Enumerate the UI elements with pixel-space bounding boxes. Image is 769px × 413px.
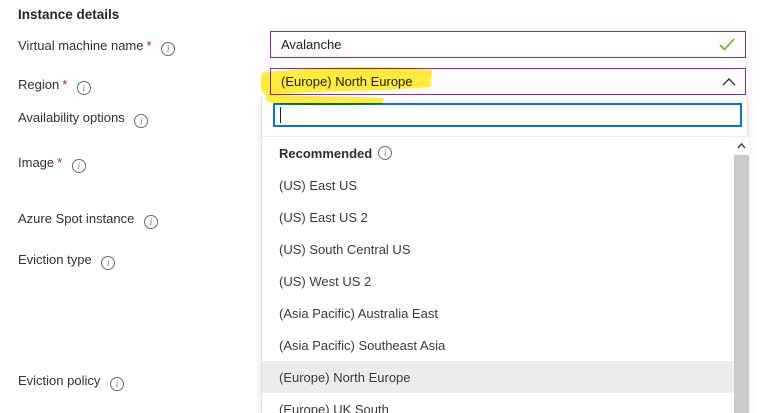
eviction-type-label: Eviction type: [18, 252, 92, 267]
azure-spot-label: Azure Spot instance: [18, 211, 134, 226]
text-caret: [280, 107, 281, 123]
availability-label-row: Availability options i: [18, 110, 148, 128]
region-option[interactable]: (Asia Pacific) Australia East: [262, 297, 734, 329]
region-option[interactable]: (Europe) UK South: [262, 393, 734, 413]
valid-check-icon: [719, 38, 735, 51]
eviction-policy-label-row: Eviction policy i: [18, 373, 124, 391]
region-options-list: Recommended i (US) East US (US) East US …: [262, 136, 749, 413]
instance-details-form: Instance details Virtual machine name* i…: [0, 0, 769, 413]
info-icon[interactable]: i: [77, 81, 91, 95]
region-option[interactable]: (US) East US: [262, 169, 734, 201]
region-label-row: Region* i: [18, 77, 91, 95]
required-asterisk: *: [147, 38, 152, 53]
region-dropdown-panel: Recommended i (US) East US (US) East US …: [261, 96, 748, 413]
vm-name-label-row: Virtual machine name* i: [18, 38, 175, 56]
required-asterisk: *: [57, 155, 62, 170]
info-icon[interactable]: i: [101, 256, 115, 270]
required-asterisk: *: [62, 77, 67, 92]
region-option-selected[interactable]: (Europe) North Europe: [262, 361, 734, 393]
section-title: Instance details: [18, 7, 119, 22]
scroll-up-button[interactable]: [734, 138, 749, 154]
info-icon[interactable]: i: [110, 377, 124, 391]
region-combobox[interactable]: (Europe) North Europe: [270, 68, 746, 95]
info-icon[interactable]: i: [72, 159, 86, 173]
region-label: Region: [18, 77, 59, 92]
eviction-policy-label: Eviction policy: [18, 373, 100, 388]
region-search-input[interactable]: [273, 103, 742, 127]
chevron-up-icon: [722, 77, 736, 87]
scroll-up-arrow-icon: [737, 143, 746, 149]
region-option[interactable]: (US) South Central US: [262, 233, 734, 265]
eviction-type-label-row: Eviction type i: [18, 252, 115, 270]
vm-name-value: Avalanche: [281, 37, 341, 52]
info-icon[interactable]: i: [161, 42, 175, 56]
region-option[interactable]: (US) East US 2: [262, 201, 734, 233]
options-group-header: Recommended i: [262, 137, 734, 169]
info-icon[interactable]: i: [144, 215, 158, 229]
image-label: Image: [18, 155, 54, 170]
availability-label: Availability options: [18, 110, 125, 125]
region-value: (Europe) North Europe: [281, 74, 413, 89]
vm-name-input[interactable]: Avalanche: [270, 31, 746, 58]
info-icon[interactable]: i: [378, 146, 392, 160]
vm-name-label: Virtual machine name: [18, 38, 144, 53]
image-label-row: Image* i: [18, 155, 86, 173]
region-option[interactable]: (US) West US 2: [262, 265, 734, 297]
scrollbar-thumb[interactable]: [734, 155, 749, 413]
region-option[interactable]: (Asia Pacific) Southeast Asia: [262, 329, 734, 361]
azure-spot-label-row: Azure Spot instance i: [18, 211, 158, 229]
info-icon[interactable]: i: [134, 114, 148, 128]
scrollbar[interactable]: [734, 138, 749, 413]
